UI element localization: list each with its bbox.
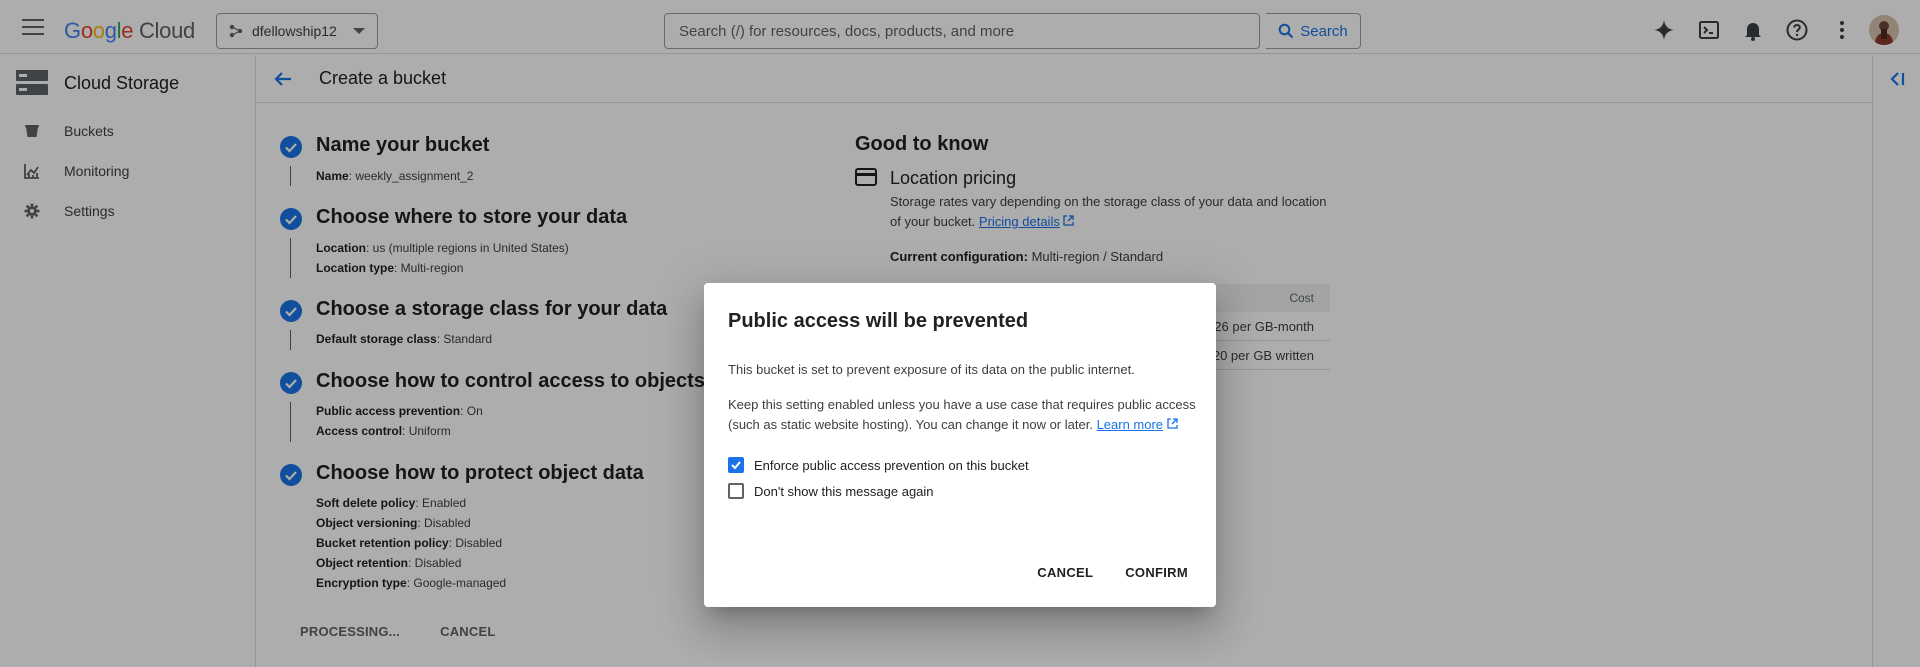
dialog-cancel-button[interactable]: CANCEL (1037, 565, 1093, 580)
checkbox-unchecked[interactable] (728, 483, 744, 499)
enforce-prevention-checkbox-row[interactable]: Enforce public access prevention on this… (728, 455, 1029, 475)
dialog-paragraph: Keep this setting enabled unless you hav… (728, 395, 1208, 435)
checkbox-label: Enforce public access prevention on this… (754, 457, 1029, 473)
dialog-title: Public access will be prevented (728, 310, 1029, 332)
checkmark-icon (731, 461, 741, 470)
dialog-actions: CANCEL CONFIRM (1037, 565, 1188, 580)
checkbox-checked[interactable] (728, 457, 744, 473)
dialog-paragraph: This bucket is set to prevent exposure o… (728, 362, 1135, 377)
dialog-confirm-button[interactable]: CONFIRM (1125, 565, 1188, 580)
external-link-icon (1167, 418, 1178, 429)
learn-more-link[interactable]: Learn more (1097, 417, 1163, 432)
dont-show-again-checkbox-row[interactable]: Don't show this message again (728, 481, 934, 501)
checkbox-label: Don't show this message again (754, 483, 934, 499)
public-access-dialog: Public access will be prevented This buc… (704, 283, 1216, 607)
